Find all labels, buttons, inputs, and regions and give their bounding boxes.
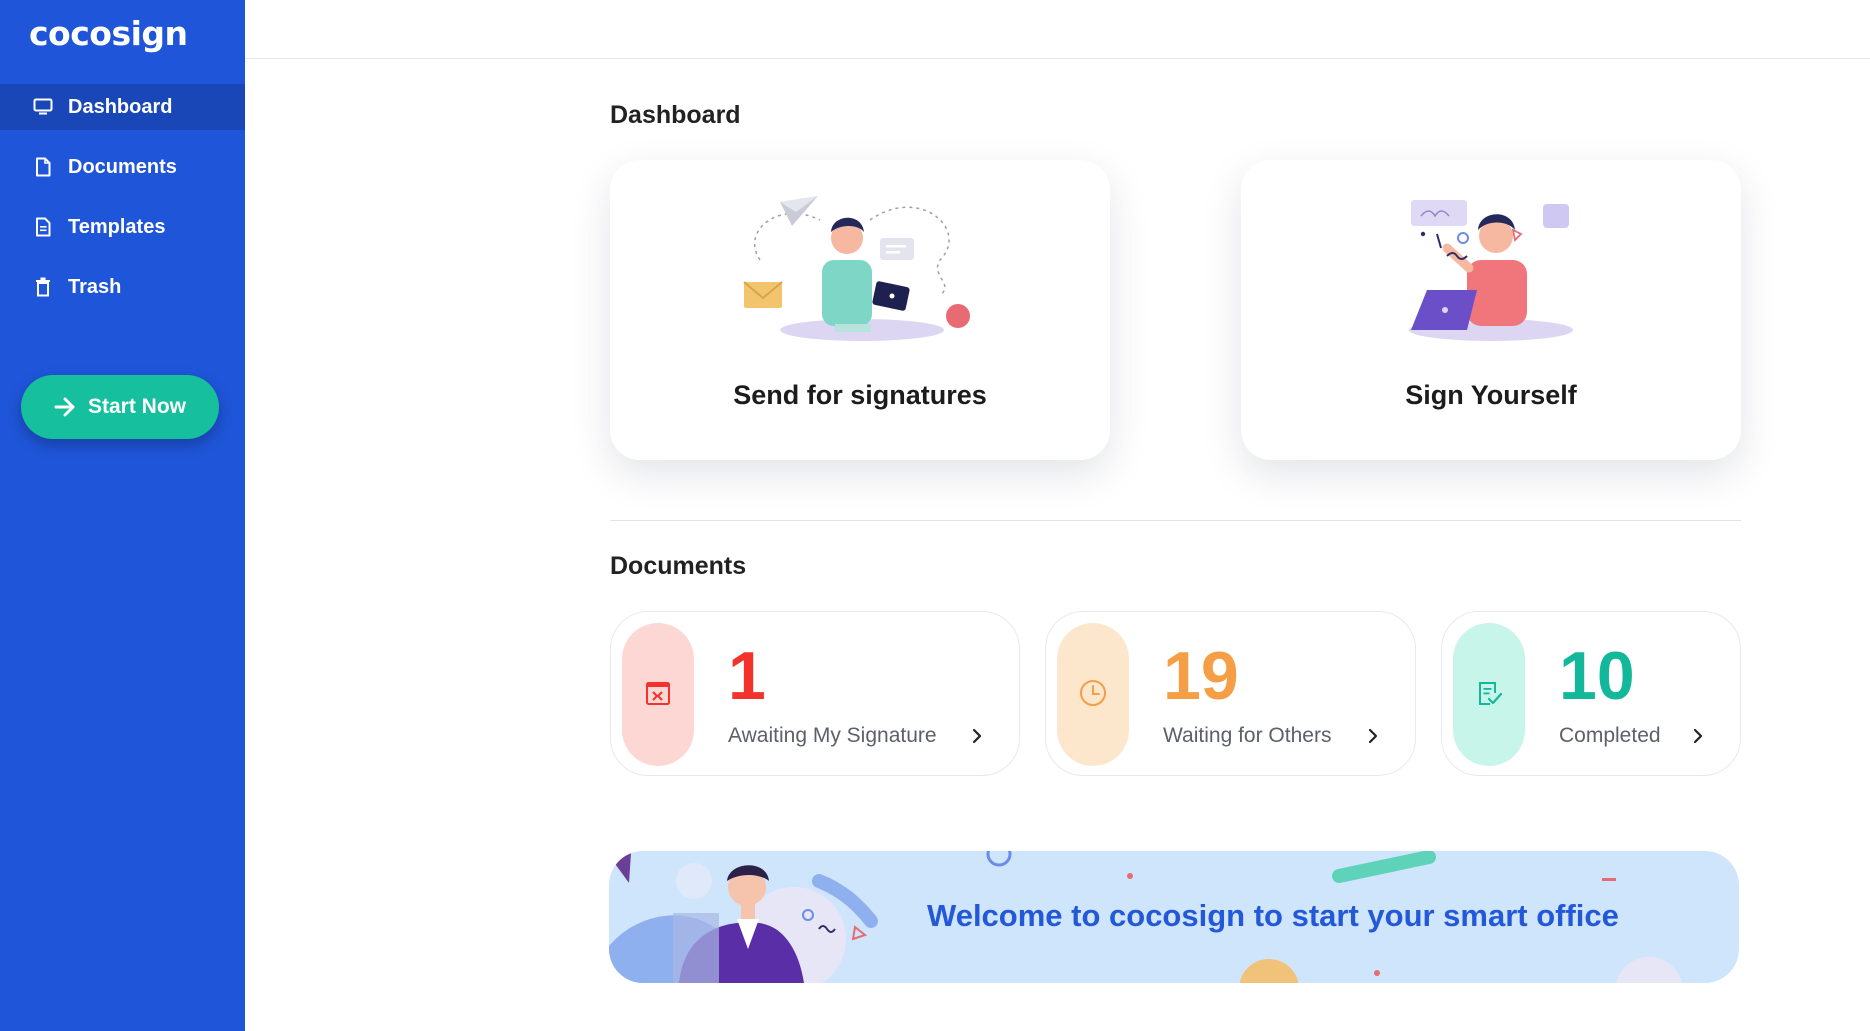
template-icon bbox=[32, 216, 54, 238]
send-for-signatures-label: Send for signatures bbox=[733, 380, 987, 410]
stat-label: Completed bbox=[1559, 724, 1661, 747]
sidebar-item-templates[interactable]: Templates bbox=[0, 204, 245, 250]
stat-pill bbox=[622, 623, 694, 766]
sidebar-item-trash[interactable]: Trash bbox=[0, 264, 245, 310]
top-bar bbox=[245, 0, 1870, 59]
sidebar: cocosign Dashboard Documents Templates T… bbox=[0, 0, 245, 1031]
logo[interactable]: cocosign bbox=[29, 14, 188, 53]
document-icon bbox=[32, 156, 54, 178]
stat-label: Awaiting My Signature bbox=[728, 724, 937, 747]
sidebar-item-label: Dashboard bbox=[68, 95, 173, 118]
arrow-right-icon bbox=[54, 397, 76, 417]
monitor-icon bbox=[32, 96, 54, 118]
sidebar-item-label: Trash bbox=[68, 275, 122, 298]
stat-label: Waiting for Others bbox=[1163, 724, 1332, 747]
chevron-right-icon[interactable] bbox=[1365, 728, 1381, 744]
dashboard-title: Dashboard bbox=[610, 101, 741, 129]
chevron-right-icon[interactable] bbox=[969, 728, 985, 744]
awaiting-signature-card[interactable]: 1 Awaiting My Signature bbox=[610, 611, 1020, 776]
app-root: cocosign Dashboard Documents Templates T… bbox=[0, 0, 1870, 1031]
section-divider bbox=[610, 520, 1741, 521]
sidebar-item-dashboard[interactable]: Dashboard bbox=[0, 84, 245, 130]
stat-pill bbox=[1453, 623, 1525, 766]
stat-value: 10 bbox=[1559, 638, 1635, 714]
welcome-text: Welcome to cocosign to start your smart … bbox=[927, 898, 1619, 933]
welcome-banner: Welcome to cocosign to start your smart … bbox=[609, 851, 1739, 983]
person-with-tablet-illustration bbox=[743, 196, 970, 341]
sign-yourself-card[interactable]: Sign Yourself bbox=[1241, 160, 1741, 460]
stat-pill bbox=[1057, 623, 1129, 766]
clock-icon bbox=[1078, 678, 1108, 712]
start-now-label: Start Now bbox=[87, 395, 186, 418]
waiting-for-others-card[interactable]: 19 Waiting for Others bbox=[1045, 611, 1416, 776]
sidebar-item-label: Templates bbox=[68, 215, 166, 238]
stat-value: 19 bbox=[1163, 638, 1239, 714]
trash-icon bbox=[32, 276, 54, 298]
sidebar-item-label: Documents bbox=[68, 155, 177, 178]
start-now-button[interactable]: Start Now bbox=[21, 375, 219, 439]
sign-yourself-label: Sign Yourself bbox=[1405, 380, 1577, 410]
send-for-signatures-card[interactable]: Send for signatures bbox=[610, 160, 1110, 460]
completed-card[interactable]: 10 Completed bbox=[1441, 611, 1741, 776]
chevron-right-icon[interactable] bbox=[1690, 728, 1706, 744]
person-signing-illustration bbox=[1409, 200, 1573, 341]
check-document-icon bbox=[1475, 679, 1503, 711]
documents-title: Documents bbox=[610, 552, 747, 580]
signature-icon bbox=[644, 679, 672, 711]
stat-value: 1 bbox=[728, 638, 766, 714]
sidebar-item-documents[interactable]: Documents bbox=[0, 144, 245, 190]
sidebar-nav: Dashboard Documents Templates Trash bbox=[0, 84, 245, 324]
